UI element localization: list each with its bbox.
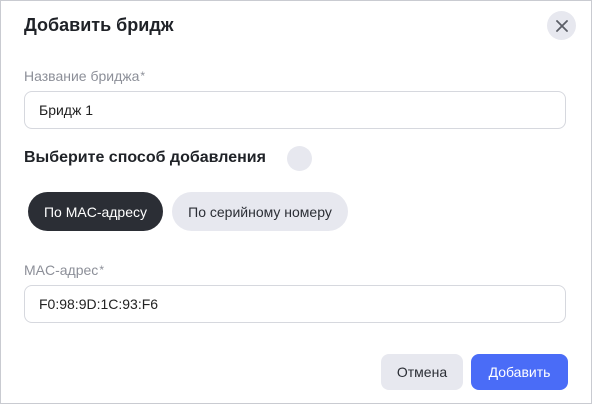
method-option-serial[interactable]: По серийному номеру: [172, 192, 348, 231]
mac-address-label: MAC-адрес*: [24, 262, 104, 278]
dialog-title: Добавить бридж: [24, 15, 174, 35]
cancel-button[interactable]: Отмена: [381, 354, 463, 390]
add-bridge-dialog: Добавить бридж Название бриджа* Выберите…: [0, 0, 592, 404]
method-section-title: Выберите способ добавления: [24, 149, 266, 166]
bridge-name-label: Название бриджа*: [24, 68, 145, 84]
required-mark: *: [99, 263, 104, 277]
method-option-mac[interactable]: По MAC-адресу: [28, 192, 163, 231]
bridge-name-label-text: Название бриджа: [24, 68, 140, 84]
info-icon[interactable]: [287, 146, 312, 171]
close-button[interactable]: [547, 11, 576, 40]
mac-address-label-text: MAC-адрес: [24, 262, 99, 278]
add-button[interactable]: Добавить: [471, 354, 568, 390]
bridge-name-input[interactable]: [24, 91, 566, 129]
required-mark: *: [140, 69, 146, 83]
close-icon: [555, 19, 568, 32]
mac-address-input[interactable]: [24, 285, 566, 323]
